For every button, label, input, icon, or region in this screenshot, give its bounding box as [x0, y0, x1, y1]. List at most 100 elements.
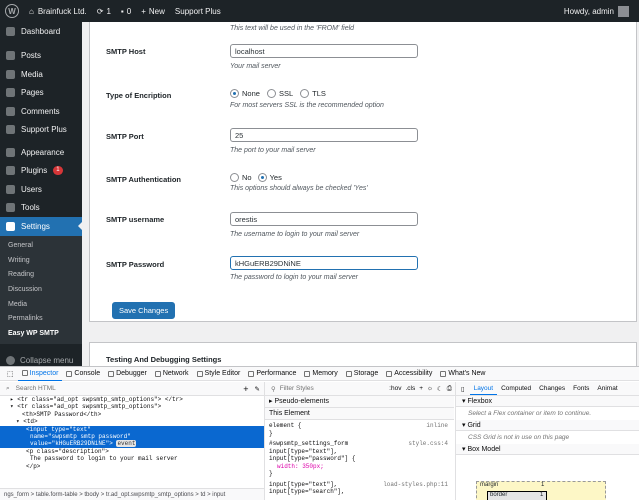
sidebar-item-media[interactable]: Media	[0, 65, 82, 84]
submenu-media[interactable]: Media	[0, 297, 82, 312]
collapse-icon	[6, 356, 15, 366]
sidebar-item-appearance[interactable]: Appearance	[0, 143, 82, 162]
encryption-radio-group: None SSL TLS	[230, 89, 326, 98]
flexbox-section-toggle[interactable]: ▾ Flexbox	[456, 396, 639, 407]
tab-inspector[interactable]: Inspector	[17, 367, 63, 381]
html-tree: ▸ <tr class="ad_opt swpsmtp_smtp_options…	[0, 396, 264, 488]
submenu-discussion[interactable]: Discussion	[0, 282, 82, 297]
console-icon	[66, 370, 73, 377]
html-tree-line[interactable]: <th>SMTP Password</th>	[0, 411, 264, 418]
submenu-writing[interactable]: Writing	[0, 253, 82, 268]
updates-link[interactable]: ⟳ 1	[92, 0, 116, 22]
rule-source-link[interactable]: load-styles.php:11	[383, 481, 448, 489]
new-content-link[interactable]: + New	[136, 0, 170, 22]
tab-debugger[interactable]: Debugger	[104, 367, 151, 381]
plugin-icon	[6, 166, 15, 176]
wp-logo-menu[interactable]: W	[0, 0, 24, 22]
pick-element-icon[interactable]: ⬚	[3, 367, 18, 381]
tab-layout[interactable]: Layout	[469, 382, 498, 395]
home-icon: ⌂	[29, 6, 34, 16]
html-tree-line[interactable]: </p>	[0, 463, 264, 470]
tab-fonts[interactable]: Fonts	[569, 382, 593, 395]
light-mode-icon[interactable]: ☼	[427, 385, 433, 392]
box-model-border: border 1	[487, 491, 547, 500]
site-name-link[interactable]: ⌂ Brainfuck Ltd.	[24, 0, 92, 22]
html-tree-selected-line[interactable]: <input type="text"	[0, 425, 264, 434]
tab-memory[interactable]: Memory	[300, 367, 341, 381]
rule-source-link[interactable]: style.css:4	[408, 440, 448, 448]
pseudo-elements-toggle[interactable]: ▸ Pseudo-elements	[265, 396, 454, 408]
html-tree-selected-line[interactable]: name="swpsmtp smtp password"	[0, 433, 264, 441]
add-rule-icon[interactable]: +	[419, 385, 423, 392]
save-changes-button[interactable]: Save Changes	[112, 302, 176, 319]
sidebar-item-pages[interactable]: Pages	[0, 84, 82, 103]
tab-console[interactable]: Console	[62, 367, 104, 381]
encryption-none-radio[interactable]	[230, 89, 239, 98]
border-top-value[interactable]: 1	[540, 492, 543, 498]
smtp-password-label: SMTP Password	[106, 260, 165, 269]
html-tree-line[interactable]: ▸ <tr class="ad_opt swpsmtp_smtp_options…	[0, 396, 264, 403]
brush-icon	[6, 147, 15, 157]
auth-yes-radio[interactable]	[257, 173, 267, 182]
breadcrumb[interactable]: ngs_form > table.form-table > tbody > tr…	[0, 488, 264, 500]
dark-mode-icon[interactable]: ☾	[437, 385, 443, 393]
css-property[interactable]: width: 350px;	[265, 463, 454, 471]
support-plus-link[interactable]: Support Plus	[170, 0, 226, 22]
sidebar-item-users[interactable]: Users	[0, 180, 82, 199]
grid-section-toggle[interactable]: ▾ Grid	[456, 420, 639, 431]
plus-icon: +	[141, 6, 146, 16]
sidebar-toggle-icon[interactable]: ▯	[456, 385, 470, 393]
encryption-ssl-radio[interactable]	[266, 89, 276, 98]
auth-no-radio[interactable]	[230, 173, 239, 182]
tab-accessibility[interactable]: Accessibility	[382, 367, 436, 381]
sidebar-item-dashboard[interactable]: Dashboard	[0, 22, 82, 41]
sidebar-item-comments[interactable]: Comments	[0, 102, 82, 121]
hov-toggle[interactable]: :hov	[389, 385, 401, 392]
submenu-easy-wp-smtp[interactable]: Easy WP SMTP	[0, 326, 82, 341]
box-model-section-toggle[interactable]: ▾ Box Model	[456, 444, 639, 455]
sidebar-item-plugins[interactable]: Plugins 1	[0, 162, 82, 181]
html-tree-line[interactable]: ▾ <tr class="ad_opt swpsmtp_smtp_options…	[0, 403, 264, 410]
tab-computed[interactable]: Computed	[497, 382, 535, 395]
margin-top-value[interactable]: 1	[541, 482, 544, 488]
tab-changes[interactable]: Changes	[535, 382, 569, 395]
cls-toggle[interactable]: .cls	[405, 385, 415, 392]
users-icon	[6, 184, 15, 194]
comments-link[interactable]: ▪ 0	[116, 0, 136, 22]
submenu-permalinks[interactable]: Permalinks	[0, 311, 82, 326]
sidebar-item-posts[interactable]: Posts	[0, 47, 82, 66]
sidebar-item-tools[interactable]: Tools	[0, 199, 82, 218]
element-rule[interactable]: element {inline	[265, 422, 454, 430]
wrench-icon	[6, 203, 15, 213]
filter-styles-input[interactable]: Filter Styles	[280, 385, 385, 392]
event-badge[interactable]: event	[116, 440, 137, 448]
submenu-general[interactable]: General	[0, 239, 82, 254]
html-tree-line[interactable]: ▾ <td>	[0, 418, 264, 425]
layout-tabbar: ▯ Layout Computed Changes Fonts Animat	[455, 382, 639, 396]
add-node-icon[interactable]: +	[243, 384, 248, 394]
sidebar-item-settings[interactable]: Settings	[0, 217, 82, 236]
sidebar-item-support-plus[interactable]: Support Plus	[0, 121, 82, 140]
smtp-port-input[interactable]	[230, 128, 418, 142]
search-html-input[interactable]: Search HTML	[16, 385, 238, 392]
rule-selector[interactable]: #swpsmtp_settings_form style.css:4	[265, 440, 454, 448]
submenu-reading[interactable]: Reading	[0, 268, 82, 283]
smtp-username-input[interactable]	[230, 212, 418, 226]
html-tree-line[interactable]: <p class="description">	[0, 448, 264, 455]
tab-animations[interactable]: Animat	[593, 382, 621, 395]
tab-performance[interactable]: Performance	[244, 367, 300, 381]
eyedropper-icon[interactable]: ✎	[255, 385, 260, 393]
print-icon[interactable]: ⎙	[447, 385, 452, 393]
my-account-link[interactable]: Howdy, admin	[559, 0, 639, 22]
smtp-host-input[interactable]	[230, 44, 418, 58]
smtp-password-input[interactable]	[230, 256, 418, 270]
encryption-tls-radio[interactable]	[300, 89, 310, 98]
tab-whats-new[interactable]: What's New	[436, 367, 489, 381]
html-tree-selected-line[interactable]: value="kHGuERB29DNiNE"> event	[0, 440, 264, 448]
tab-storage[interactable]: Storage	[342, 367, 383, 381]
html-tree-line[interactable]: The password to login to your mail serve…	[0, 455, 264, 462]
rule-selector[interactable]: input[type="text"], load-styles.php:11	[265, 481, 454, 489]
tab-style-editor[interactable]: Style Editor	[193, 367, 245, 381]
comment-icon	[6, 106, 15, 116]
tab-network[interactable]: Network	[151, 367, 193, 381]
